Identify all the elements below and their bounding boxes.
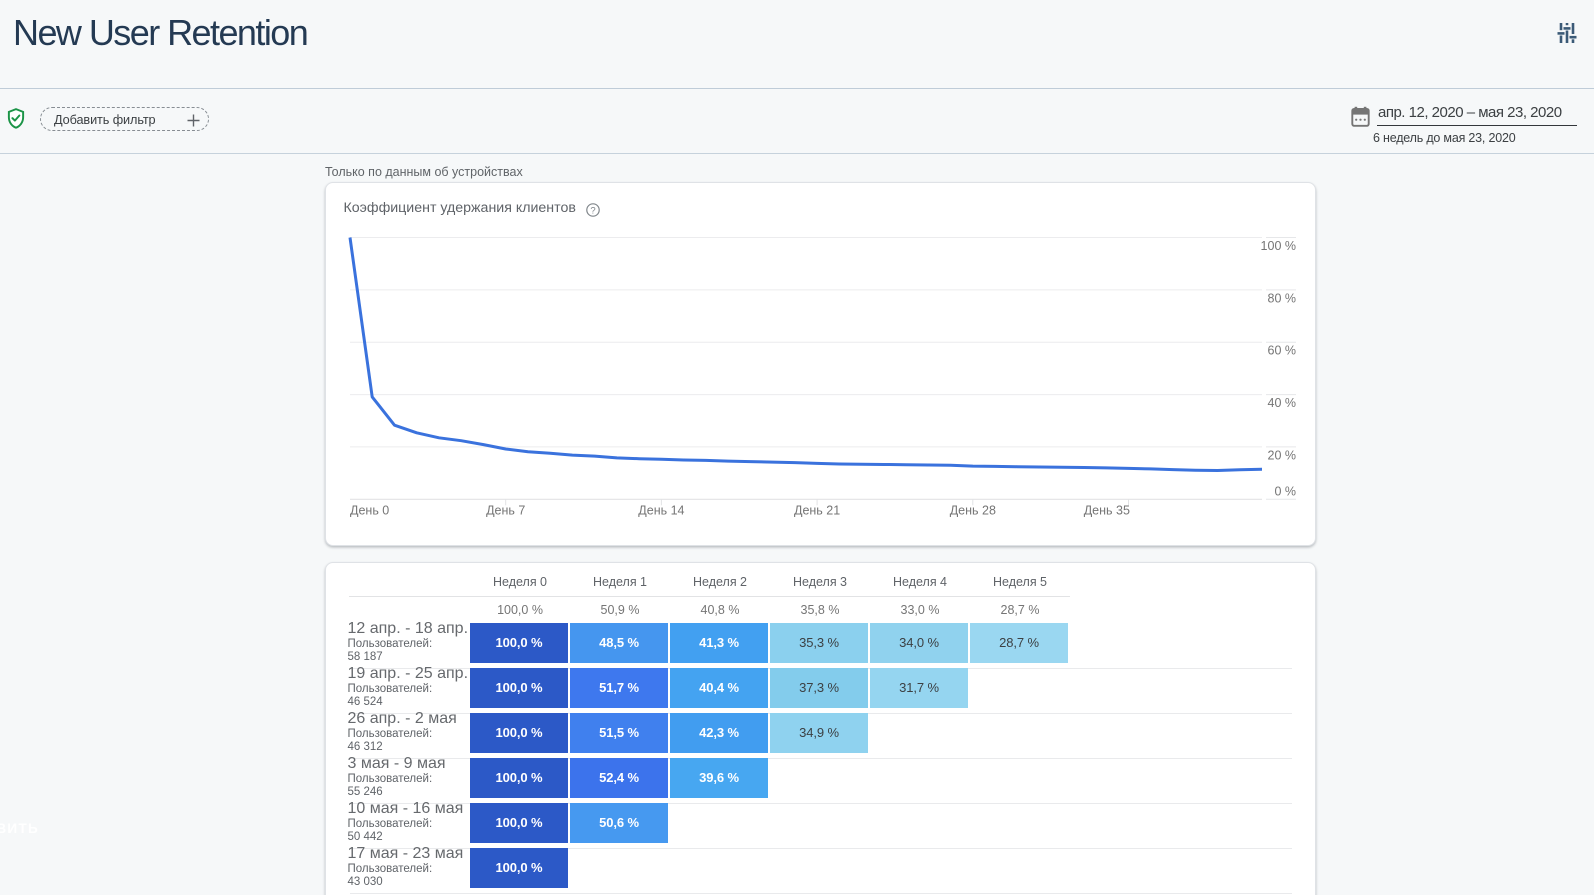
svg-text:40 %: 40 %: [1268, 396, 1297, 410]
svg-text:День 21: День 21: [794, 503, 840, 517]
svg-text:0 %: 0 %: [1274, 484, 1296, 498]
svg-text:20 %: 20 %: [1268, 448, 1297, 462]
svg-text:День 28: День 28: [950, 503, 996, 517]
svg-text:День 35: День 35: [1084, 503, 1130, 517]
svg-text:80 %: 80 %: [1268, 291, 1297, 305]
svg-text:День 0: День 0: [350, 503, 389, 517]
svg-text:60 %: 60 %: [1268, 344, 1297, 358]
svg-text:День 7: День 7: [486, 503, 525, 517]
svg-text:День 14: День 14: [638, 503, 684, 517]
svg-text:100 %: 100 %: [1261, 239, 1296, 253]
